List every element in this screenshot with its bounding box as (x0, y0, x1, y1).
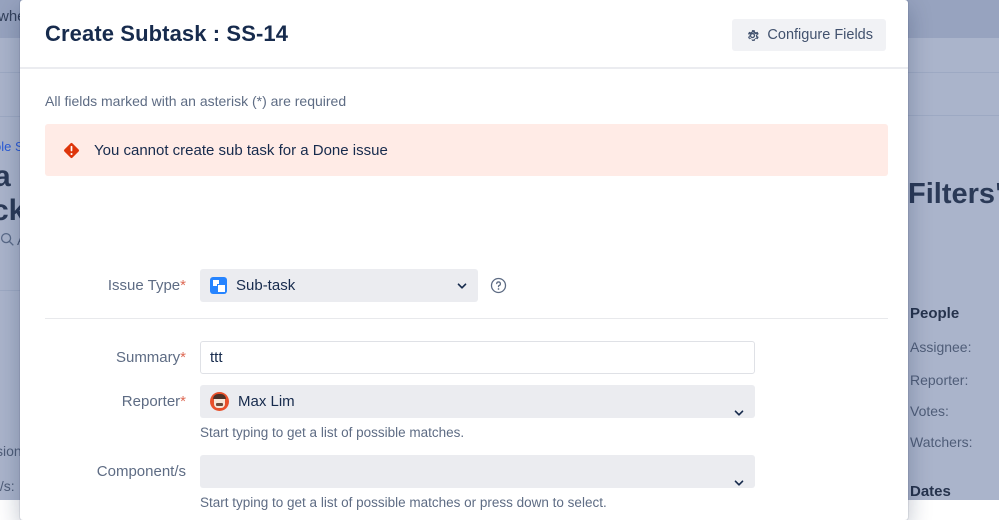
configure-fields-label: Configure Fields (767, 27, 873, 43)
error-diamond-icon (63, 142, 80, 159)
background-divider-4 (0, 116, 20, 117)
summary-required-marker: * (180, 349, 186, 366)
components-label: Component/s (20, 455, 200, 488)
field-row-summary: Summary* (20, 341, 755, 374)
reporter-label: Reporter* (20, 385, 200, 418)
chevron-down-icon (456, 280, 468, 292)
summary-label: Summary* (20, 341, 200, 374)
dialog-header: Create Subtask : SS-14 Configure Fields (20, 0, 908, 69)
dialog-title: Create Subtask : SS-14 (45, 21, 288, 47)
components-select[interactable] (200, 455, 755, 488)
background-votes-label: Votes: (910, 403, 949, 419)
required-fields-note: All fields marked with an asterisk (*) a… (45, 93, 346, 109)
issue-type-required-marker: * (180, 277, 186, 294)
section-divider (45, 318, 888, 319)
summary-control (200, 341, 755, 374)
question-circle-icon[interactable] (490, 277, 507, 294)
summary-input[interactable] (200, 341, 755, 374)
reporter-hint: Start typing to get a list of possible m… (200, 425, 755, 440)
avatar (210, 392, 229, 411)
background-divider-2 (908, 72, 999, 73)
reporter-control: Max Lim Start typing to get a list of po… (200, 385, 755, 440)
issue-type-label-text: Issue Type (108, 277, 180, 294)
background-filters-heading: Filters" (908, 178, 999, 211)
search-icon[interactable] (0, 230, 15, 250)
error-message: You cannot create sub task for a Done is… (94, 142, 388, 159)
chevron-down-icon (733, 477, 745, 489)
summary-label-text: Summary (116, 349, 180, 366)
issue-type-select[interactable]: Sub-task (200, 269, 478, 302)
background-description-label: sion (0, 443, 22, 459)
reporter-required-marker: * (180, 393, 186, 410)
background-assignee-label: Assignee: (910, 339, 971, 355)
background-watchers-label: Watchers: (910, 434, 973, 450)
background-divider-5 (0, 290, 20, 291)
components-hint: Start typing to get a list of possible m… (200, 495, 755, 510)
subtask-icon (210, 277, 227, 294)
field-row-issue-type: Issue Type* Sub-task (20, 269, 478, 302)
background-components-label: t/s: (0, 478, 15, 494)
issue-type-value: Sub-task (236, 277, 295, 294)
chevron-down-icon (733, 407, 745, 419)
components-label-text: Component/s (97, 463, 186, 480)
issue-type-control: Sub-task (200, 269, 478, 302)
create-subtask-dialog: Create Subtask : SS-14 Configure Fields … (20, 0, 908, 520)
background-dates-heading: Dates (910, 483, 951, 500)
error-banner: You cannot create sub task for a Done is… (45, 124, 888, 176)
field-row-components: Component/s Start typing to get a list o… (20, 455, 755, 510)
background-divider-1 (0, 72, 20, 73)
issue-type-label: Issue Type* (20, 269, 200, 302)
field-row-reporter: Reporter* Max Lim Start typing to get a … (20, 385, 755, 440)
background-divider-3 (908, 115, 999, 116)
reporter-value: Max Lim (238, 393, 295, 410)
components-control: Start typing to get a list of possible m… (200, 455, 755, 510)
reporter-select[interactable]: Max Lim (200, 385, 755, 418)
configure-fields-button[interactable]: Configure Fields (732, 19, 886, 51)
reporter-label-text: Reporter (122, 393, 180, 410)
background-people-heading: People (910, 305, 959, 322)
background-reporter-label: Reporter: (910, 372, 968, 388)
gear-icon (745, 28, 760, 43)
